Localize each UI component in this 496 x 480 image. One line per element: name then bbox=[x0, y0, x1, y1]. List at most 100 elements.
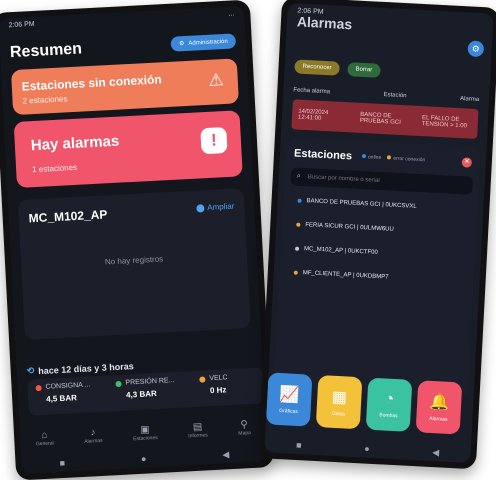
summary-screen: 2:06 PM ... Resumen ⚙ Administración Est… bbox=[0, 5, 268, 475]
status-bar: 2:06 PM ... bbox=[0, 6, 245, 33]
gear-icon: ⚙ bbox=[178, 41, 185, 48]
back-icon[interactable]: ◀ bbox=[432, 447, 439, 458]
header-date: Fecha alarma bbox=[293, 87, 331, 96]
gear-icon: ⚙ bbox=[471, 43, 481, 55]
header-station: Estación bbox=[383, 92, 407, 100]
search-icon: ⌕ bbox=[296, 172, 301, 180]
nav-estaciones[interactable]: ▣ Estaciones bbox=[132, 423, 158, 442]
status-dot-icon bbox=[35, 384, 42, 391]
history-icon: ⟲ bbox=[26, 365, 35, 376]
chart-icon: 📈 bbox=[278, 386, 300, 405]
no-connection-title: Estaciones sin conexión bbox=[21, 72, 163, 94]
page-title: Resumen bbox=[9, 40, 83, 62]
system-nav: ■ ● ◀ bbox=[264, 436, 470, 461]
close-icon[interactable]: ✕ bbox=[461, 157, 473, 168]
page-title: Alarmas bbox=[296, 13, 353, 33]
tile-datos[interactable]: ▦ Datos bbox=[315, 375, 363, 430]
nav-label: Estaciones bbox=[133, 434, 158, 442]
header-alarm: Alarma bbox=[459, 96, 480, 104]
list-item[interactable]: MF_CLIENTE_AP | 0UKDBMP7 bbox=[293, 270, 389, 281]
list-item[interactable]: BANCO DE PRUEBAS GCI | 0UKCSVXL bbox=[297, 198, 417, 210]
nav-informes[interactable]: ▤ Informes bbox=[188, 421, 208, 439]
metric-velocidad: VELC 0 Hz bbox=[199, 374, 228, 395]
status-dot-icon bbox=[199, 375, 206, 383]
acknowledge-button[interactable]: Reconocer bbox=[294, 59, 340, 76]
alert-icon: ! bbox=[200, 126, 228, 155]
metric-label: VELC bbox=[209, 374, 228, 383]
table-row[interactable]: 14/02/2024 12:41:00 BANCO DE PRUEBAS GCI… bbox=[291, 99, 479, 140]
recents-icon[interactable]: ■ bbox=[296, 440, 302, 450]
bell-icon: 🔔 bbox=[428, 393, 450, 412]
bell-icon: ♪ bbox=[90, 426, 96, 438]
metric-consigna: CONSIGNA ... 4,5 BAR bbox=[35, 381, 91, 404]
no-connection-subtitle: 2 estaciones bbox=[22, 94, 68, 106]
alarms-title: Hay alarmas bbox=[30, 132, 120, 155]
admin-button-label: Administración bbox=[188, 38, 228, 47]
metric-presion: PRESIÓN RE... 4,3 BAR bbox=[115, 377, 175, 400]
station-icon: ▣ bbox=[139, 423, 150, 436]
home-button-icon[interactable]: ● bbox=[141, 454, 147, 464]
quick-tiles: 📈 Gráficas ▦ Datos ◔ Bombas 🔔 Alarmas bbox=[265, 372, 475, 439]
search-field[interactable]: ⌕ bbox=[290, 167, 474, 195]
status-time: 2:06 PM bbox=[8, 20, 35, 29]
home-button-icon[interactable]: ● bbox=[364, 444, 370, 454]
status-dot-icon bbox=[293, 270, 298, 275]
status-dot-icon bbox=[115, 380, 122, 387]
tile-bombas[interactable]: ◔ Bombas bbox=[365, 377, 413, 432]
status-dot-icon bbox=[296, 222, 301, 227]
nav-label: Mapa bbox=[238, 429, 251, 437]
tile-alarmas[interactable]: 🔔 Alarmas bbox=[415, 380, 463, 435]
expand-icon bbox=[196, 203, 205, 213]
warning-icon: ⚠ bbox=[207, 70, 225, 90]
search-input[interactable] bbox=[305, 173, 467, 190]
expand-label: Ampliar bbox=[207, 201, 235, 213]
phone-alarms: 2:06 PM Alarmas ⚙ Reconocer Borrar Fecha… bbox=[258, 0, 496, 470]
report-icon: ▤ bbox=[192, 421, 203, 433]
expand-button[interactable]: Ampliar bbox=[196, 202, 235, 213]
legend: online error conexión bbox=[361, 154, 425, 163]
nav-mapa[interactable]: ⚲ Mapa bbox=[238, 418, 251, 437]
metric-value: 0 Hz bbox=[209, 385, 227, 396]
nav-label: General bbox=[35, 439, 54, 447]
list-item[interactable]: FERIA SICUR GCI | 0ULMW6UU bbox=[296, 222, 394, 233]
alarms-subtitle: 1 estaciones bbox=[31, 162, 78, 175]
status-icons: ... bbox=[228, 9, 235, 18]
nav-label: Informes bbox=[188, 431, 208, 439]
metric-value: 4,5 BAR bbox=[45, 393, 78, 404]
map-pin-icon: ⚲ bbox=[240, 418, 249, 431]
no-connection-card[interactable]: Estaciones sin conexión 2 estaciones ⚠ bbox=[10, 58, 239, 116]
nav-label: Alarmas bbox=[84, 437, 103, 445]
settings-button[interactable]: ⚙ bbox=[467, 40, 485, 58]
admin-button[interactable]: ⚙ Administración bbox=[170, 33, 237, 52]
recents-icon[interactable]: ■ bbox=[59, 458, 65, 468]
alarm-date: 14/02/2024 12:41:00 bbox=[297, 108, 329, 122]
alarm-station: BANCO DE PRUEBAS GCI bbox=[359, 111, 401, 126]
metric-label: PRESIÓN RE... bbox=[125, 377, 175, 387]
metric-value: 4,3 BAR bbox=[125, 388, 157, 400]
alarm-text: EL FALLO DE TENSIÓN > 1:00 bbox=[421, 115, 468, 130]
stations-modal: Estaciones online error conexión ✕ ⌕ BAN… bbox=[273, 137, 481, 399]
table-icon: ▦ bbox=[331, 388, 348, 407]
legend-online: online bbox=[361, 154, 381, 161]
empty-message: No hay registros bbox=[104, 254, 164, 267]
status-dot-icon bbox=[294, 246, 300, 251]
metric-label: CONSIGNA ... bbox=[45, 381, 91, 391]
alarms-screen: 2:06 PM Alarmas ⚙ Reconocer Borrar Fecha… bbox=[264, 2, 494, 464]
station-card: MC_M102_AP Ampliar No hay registros bbox=[17, 188, 251, 340]
status-dot-icon bbox=[297, 198, 302, 203]
nav-alarmas[interactable]: ♪ Alarmas bbox=[84, 426, 103, 445]
last-update-text: hace 12 días y 3 horas bbox=[37, 360, 134, 376]
station-name: MC_M102_AP bbox=[28, 207, 108, 226]
back-icon[interactable]: ◀ bbox=[222, 449, 229, 460]
list-item[interactable]: MC_M102_AP | 0UKCTF00 bbox=[294, 246, 378, 256]
alarms-card[interactable]: Hay alarmas 1 estaciones ! bbox=[13, 110, 243, 188]
gauge-icon: ◔ bbox=[384, 390, 395, 409]
nav-general[interactable]: ⌂ General bbox=[35, 429, 54, 447]
delete-button[interactable]: Borrar bbox=[347, 62, 381, 78]
alarm-actions: Reconocer Borrar bbox=[294, 59, 381, 78]
modal-title: Estaciones bbox=[293, 147, 353, 163]
phone-summary: 2:06 PM ... Resumen ⚙ Administración Est… bbox=[0, 0, 275, 480]
legend-error: error conexión bbox=[387, 155, 425, 163]
tile-graficas[interactable]: 📈 Gráficas bbox=[265, 372, 313, 427]
home-icon: ⌂ bbox=[40, 429, 48, 441]
